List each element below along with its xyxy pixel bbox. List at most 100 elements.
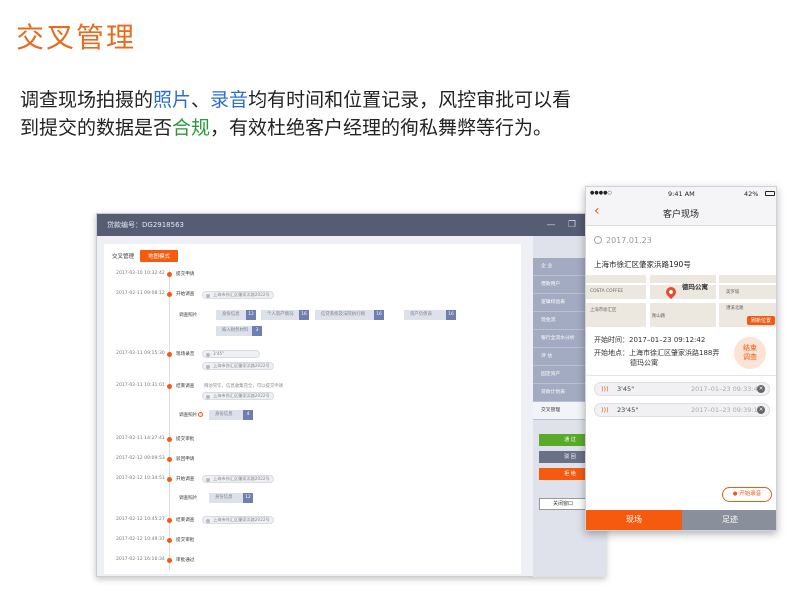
- map-label: 漕溪北路: [726, 306, 744, 311]
- highlight-compliant: 合规: [172, 117, 211, 139]
- page-title: 客户现场: [662, 210, 699, 220]
- minimize-icon[interactable]: —: [544, 214, 558, 236]
- timeline-label: 结束调查: [176, 518, 195, 523]
- timeline-dot: [167, 292, 172, 297]
- visit-date-text: 2017.01.23: [606, 236, 652, 245]
- tab-footprint[interactable]: 足迹: [682, 510, 776, 530]
- restore-icon[interactable]: ❐: [565, 214, 579, 236]
- photo-chip[interactable]: 身份信息 12: [216, 310, 256, 320]
- timeline-time: 2017-02-11 14:27:41: [116, 436, 165, 441]
- photo-chip[interactable]: 个人资产情况 16: [261, 310, 309, 320]
- chip-name: 信贷系统及法院执行网: [321, 312, 365, 317]
- delete-icon[interactable]: ✕: [757, 385, 765, 393]
- timeline-panel: 交叉管理 地图模式 2017-02-10 10:32:42 提交申请 2017-…: [104, 244, 521, 574]
- timeline-row: 2017-02-12 10:45:27 结束调查: [104, 515, 521, 525]
- signal-icon: ●●●●○: [590, 190, 612, 196]
- start-time-label: 开始时间：: [594, 336, 629, 344]
- window-header: 贷款编号：DG2918563 — ❐: [97, 214, 605, 236]
- start-location-building: 德玛公寓: [630, 359, 658, 367]
- location-pill: 上海市徐汇区肇家浜路2022号: [202, 362, 274, 370]
- clock-icon: [594, 236, 602, 244]
- slide-description: 调查现场拍摄的照片、录音均有时间和位置记录，风控审批可以看到提交的数据是否合规，…: [20, 86, 580, 142]
- chip-count: 16: [446, 310, 456, 320]
- tab-map-mode[interactable]: 地图模式: [140, 250, 179, 262]
- slide-title: 交叉管理: [16, 21, 137, 54]
- start-time-row: 开始时间：2017–01–23 09:12:42: [594, 335, 705, 345]
- chip-count: 4: [243, 410, 253, 420]
- end-survey-line-1: 结束: [743, 344, 757, 352]
- timeline-label: 开始调查: [176, 477, 195, 482]
- location-map[interactable]: COSTA COFFEE 上海市徐汇区 美罗城 衡山路 漕溪北路 德玛公寓 刷新…: [586, 275, 776, 327]
- location-pill: 上海市徐汇区肇家浜路2022号: [202, 475, 274, 483]
- timeline-time: 2017-02-12 16:16:34: [116, 557, 165, 562]
- timeline-time: 2017-02-11 10:31:01: [116, 383, 165, 388]
- tab-cross-management[interactable]: 交叉管理: [112, 252, 134, 260]
- battery-icon: [765, 191, 775, 196]
- recording-time: 2017–01–23 09:39:13: [691, 406, 762, 414]
- recording-item[interactable]: ))) 23'45" 2017–01–23 09:39:13 ✕: [594, 403, 770, 417]
- chip-name: 个人资产情况: [267, 312, 294, 317]
- photos-label: 调查照片: [179, 496, 198, 501]
- photo-chip[interactable]: 嫁入财务材料 3: [216, 326, 262, 336]
- audio-pill[interactable]: 3'45": [202, 350, 260, 358]
- timeline-time: 2017-02-11 09:08:12: [116, 291, 165, 296]
- timeline-label: 提交审批: [176, 538, 195, 543]
- map-label: COSTA COFFEE: [590, 289, 624, 294]
- timeline-dot: [167, 457, 172, 462]
- tab-site[interactable]: 现场: [586, 510, 682, 530]
- photo-chip[interactable]: 身份信息 4: [209, 410, 253, 420]
- desc-part-2: 、: [191, 89, 211, 111]
- chip-count: 16: [374, 310, 384, 320]
- highlight-photo: 照片: [153, 89, 192, 111]
- photo-chip[interactable]: 身份信息 12: [209, 493, 253, 503]
- timeline-label: 提交申请: [176, 272, 195, 277]
- refresh-location-button[interactable]: 刷新位置: [746, 316, 775, 325]
- timeline-time: 2017-02-11 09:15:30: [116, 351, 165, 356]
- map-poi: 德玛公寓: [682, 283, 708, 291]
- map-pin-icon: [663, 284, 679, 300]
- map-label: 上海市徐汇区: [590, 308, 617, 313]
- start-time-value: 2017–01–23 09:12:42: [629, 336, 706, 344]
- bottom-tabs: 现场 足迹: [586, 510, 776, 530]
- timeline-dot: [167, 352, 172, 357]
- photos-label: 调查照片: [179, 313, 198, 318]
- photos-label: 调查照片!: [179, 412, 204, 422]
- timeline-row: 2017-02-12 10:34:51 开始调查: [104, 474, 521, 484]
- chip-count: 16: [299, 310, 309, 320]
- timeline-label: 现场录音: [176, 352, 195, 357]
- timeline-dot: [167, 272, 172, 277]
- timeline-row: 2017-02-12 16:16:34 审批通过: [104, 555, 521, 565]
- status-time: 9:41 AM: [668, 190, 695, 198]
- recording-duration: 23'45": [617, 406, 639, 414]
- timeline-time: 2017-02-10 10:32:42: [116, 271, 165, 276]
- audio-wave-icon: ))): [601, 385, 609, 393]
- timeline-row: 2017-02-11 10:31:01 结束调查: [104, 381, 521, 391]
- photo-chip[interactable]: 信贷系统及法院执行网 16: [315, 310, 384, 320]
- start-recording-label: 开始录音: [739, 491, 762, 497]
- timeline-time: 2017-02-12 09:09:53: [116, 456, 165, 461]
- chip-name: 嫁入财务材料: [222, 328, 249, 333]
- timeline-dot: [167, 558, 172, 563]
- timeline-time: 2017-02-12 10:49:37: [116, 537, 165, 542]
- audio-wave-icon: ))): [601, 406, 609, 414]
- status-bar: ●●●●○ 9:41 AM 42%: [586, 187, 776, 201]
- chip-count: 12: [243, 493, 253, 503]
- timeline-row: 2017-02-11 09:15:30 现场录音: [104, 349, 521, 359]
- close-window-button[interactable]: 关闭窗口: [539, 498, 587, 510]
- recording-item[interactable]: ))) 3'45" 2017–01–23 09:33:42 ✕: [594, 382, 770, 396]
- start-recording-button[interactable]: ● 开始录音: [722, 487, 772, 502]
- map-label: 衡山路: [652, 314, 666, 319]
- timeline-row: 2017-02-10 10:32:42 提交申请: [104, 269, 521, 279]
- nav-bar: ‹ 客户现场: [586, 201, 776, 226]
- timeline-label: 开始调查: [176, 292, 195, 297]
- location-pill: 上海市徐汇区肇家浜路2022号: [202, 291, 274, 299]
- photo-chip[interactable]: 资产负债表 16: [404, 310, 456, 320]
- delete-icon[interactable]: ✕: [757, 406, 765, 414]
- end-note: 拜访完毕，信息收集完全，可以提交申请: [204, 384, 284, 389]
- location-pill: 上海市徐汇区肇家浜路2022号: [202, 392, 274, 400]
- timeline-row: 2017-02-12 09:09:53 驳回申请: [104, 454, 521, 464]
- timeline-line: [169, 270, 170, 570]
- end-survey-button[interactable]: 结束 调查: [734, 337, 766, 369]
- warning-icon: !: [198, 412, 204, 417]
- visit-address: 上海市徐汇区肇家浜路190号: [594, 260, 691, 269]
